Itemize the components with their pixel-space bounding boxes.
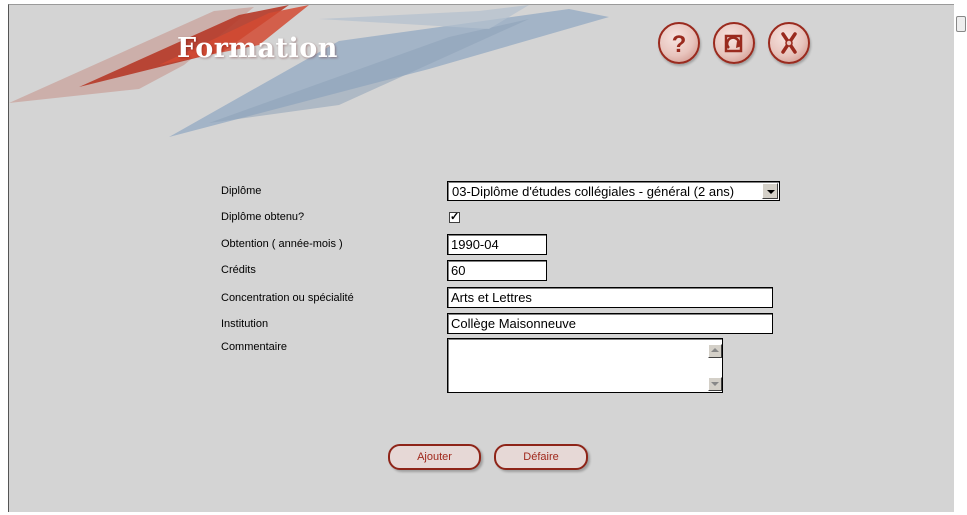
diplome-select[interactable]: 03-Diplôme d'études collégiales - généra…	[447, 181, 780, 201]
credits-input[interactable]: 60	[447, 260, 547, 281]
help-button[interactable]: ?	[658, 22, 700, 64]
page-title: Formation	[177, 33, 338, 64]
svg-text:?: ?	[672, 31, 687, 58]
scroll-marker	[956, 16, 966, 32]
check-mark-icon: ✓	[450, 211, 460, 223]
institution-label: Institution	[221, 318, 269, 330]
credits-label: Crédits	[221, 264, 256, 276]
concentration-input[interactable]: Arts et Lettres	[447, 287, 773, 308]
institution-input[interactable]: Collège Maisonneuve	[447, 313, 773, 334]
scroll-up-arrow-icon[interactable]	[708, 344, 722, 358]
close-icon	[781, 32, 797, 54]
defaire-button[interactable]: Défaire	[494, 444, 588, 470]
ajouter-button[interactable]: Ajouter	[388, 444, 481, 470]
diplome-label: Diplôme	[221, 185, 262, 197]
refresh-button[interactable]	[713, 22, 755, 64]
diplome-select-value: 03-Diplôme d'études collégiales - généra…	[452, 184, 735, 199]
refresh-icon	[724, 34, 743, 53]
commentaire-label: Commentaire	[221, 341, 288, 353]
banner-graphic	[9, 5, 609, 137]
concentration-label: Concentration ou spécialité	[221, 292, 354, 304]
close-button[interactable]	[768, 22, 810, 64]
window-edge	[953, 4, 967, 511]
form-panel: Formation ? Diplôme 03-Diplôme d'études …	[8, 4, 954, 512]
obtention-input[interactable]: 1990-04	[447, 234, 547, 255]
diplome-obtenu-label: Diplôme obtenu?	[221, 211, 305, 223]
chevron-down-icon[interactable]	[762, 183, 778, 199]
scroll-down-arrow-icon[interactable]	[708, 377, 722, 391]
obtention-label: Obtention ( année-mois )	[221, 238, 343, 250]
diplome-obtenu-checkbox[interactable]: ✓	[449, 212, 460, 223]
help-icon: ?	[672, 31, 687, 58]
commentaire-textarea[interactable]	[447, 338, 723, 393]
